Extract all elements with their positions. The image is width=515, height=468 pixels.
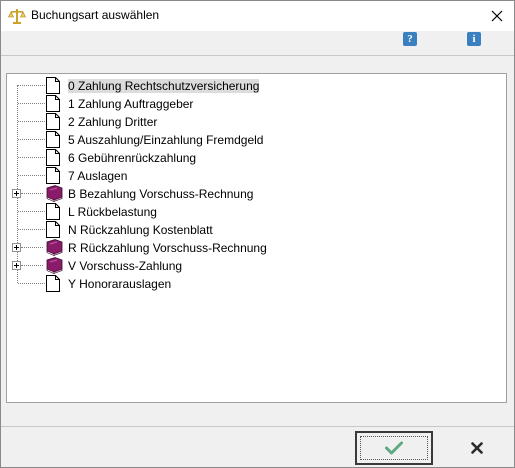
- book-icon: [46, 257, 63, 274]
- tree-item[interactable]: N Rückzahlung Kostenblatt: [7, 221, 487, 239]
- document-icon: [46, 77, 60, 94]
- help-icon: ?: [403, 32, 417, 46]
- window-title: Buchungsart auswählen: [31, 8, 160, 22]
- document-icon: [46, 149, 60, 166]
- scales-icon: [8, 9, 26, 24]
- expand-plus-icon[interactable]: [12, 243, 21, 252]
- tree-item-label[interactable]: L Rückbelastung: [68, 205, 157, 219]
- ok-button[interactable]: [355, 431, 433, 465]
- tree-item-label[interactable]: 5 Auszahlung/Einzahlung Fremdgeld: [68, 133, 263, 147]
- expand-plus-icon[interactable]: [12, 189, 21, 198]
- document-icon: [46, 95, 60, 112]
- tree-item-label[interactable]: Y Honorarauslagen: [68, 277, 171, 291]
- document-icon: [46, 131, 60, 148]
- tree-connector-branch: [21, 193, 43, 195]
- tree-connector-branch: [21, 265, 43, 267]
- tree-item[interactable]: 5 Auszahlung/Einzahlung Fremdgeld: [7, 131, 487, 149]
- tree-connector-branch: [18, 283, 45, 285]
- tree-item-label[interactable]: B Bezahlung Vorschuss-Rechnung: [68, 187, 253, 201]
- info-icon: i: [467, 32, 481, 46]
- tree-item[interactable]: 1 Zahlung Auftraggeber: [7, 95, 487, 113]
- cancel-button[interactable]: [439, 433, 515, 463]
- tree-item[interactable]: V Vorschuss-Zahlung: [7, 257, 487, 275]
- tree-item-label[interactable]: 0 Zahlung Rechtschutzversicherung: [68, 79, 260, 93]
- checkmark-icon: [385, 441, 403, 455]
- title-bar: Buchungsart auswählen: [1, 1, 514, 31]
- tree-item[interactable]: Y Honorarauslagen: [7, 275, 487, 293]
- document-icon: [46, 167, 60, 184]
- close-x-icon: [471, 442, 483, 454]
- document-icon: [46, 203, 60, 220]
- dialog-window: Buchungsart auswählen ? i 0 Zahlung Rech…: [0, 0, 515, 468]
- tree-item-label[interactable]: 2 Zahlung Dritter: [68, 115, 157, 129]
- tree-item-label[interactable]: V Vorschuss-Zahlung: [68, 259, 182, 273]
- tree-item-label[interactable]: 6 Gebührenrückzahlung: [68, 151, 196, 165]
- tree-connector-branch: [18, 85, 45, 87]
- window-close-button[interactable]: [480, 1, 514, 31]
- tree-connector-branch: [21, 247, 43, 249]
- close-icon: [491, 10, 503, 22]
- book-icon: [46, 185, 63, 202]
- tree-item[interactable]: 6 Gebührenrückzahlung: [7, 149, 487, 167]
- tree-connector-branch: [18, 175, 45, 177]
- info-button[interactable]: i: [467, 32, 481, 46]
- tree-item-label[interactable]: 7 Auslagen: [68, 169, 127, 183]
- tree-connector-branch: [18, 103, 45, 105]
- tree-connector-branch: [18, 211, 45, 213]
- tree-item-label[interactable]: 1 Zahlung Auftraggeber: [68, 97, 193, 111]
- tree-connector-branch: [18, 139, 45, 141]
- tree-item-label[interactable]: N Rückzahlung Kostenblatt: [68, 223, 213, 237]
- tree-item[interactable]: 7 Auslagen: [7, 167, 487, 185]
- tree-item[interactable]: 2 Zahlung Dritter: [7, 113, 487, 131]
- tree-connector-branch: [18, 121, 45, 123]
- help-button[interactable]: ?: [403, 32, 417, 46]
- booking-type-tree[interactable]: 0 Zahlung Rechtschutzversicherung 1 Zahlu…: [6, 73, 507, 403]
- tree-connector-branch: [18, 229, 45, 231]
- tree-item[interactable]: B Bezahlung Vorschuss-Rechnung: [7, 185, 487, 203]
- tree-item[interactable]: 0 Zahlung Rechtschutzversicherung: [7, 77, 487, 95]
- document-icon: [46, 221, 60, 238]
- document-icon: [46, 113, 60, 130]
- tree-item-label[interactable]: R Rückzahlung Vorschuss-Rechnung: [68, 241, 267, 255]
- expand-plus-icon[interactable]: [12, 261, 21, 270]
- book-icon: [46, 239, 63, 256]
- tree-item[interactable]: L Rückbelastung: [7, 203, 487, 221]
- document-icon: [46, 275, 60, 292]
- tree-item[interactable]: R Rückzahlung Vorschuss-Rechnung: [7, 239, 487, 257]
- tree-connector-branch: [18, 157, 45, 159]
- toolbar-divider: [1, 55, 514, 56]
- footer-divider: [1, 426, 514, 427]
